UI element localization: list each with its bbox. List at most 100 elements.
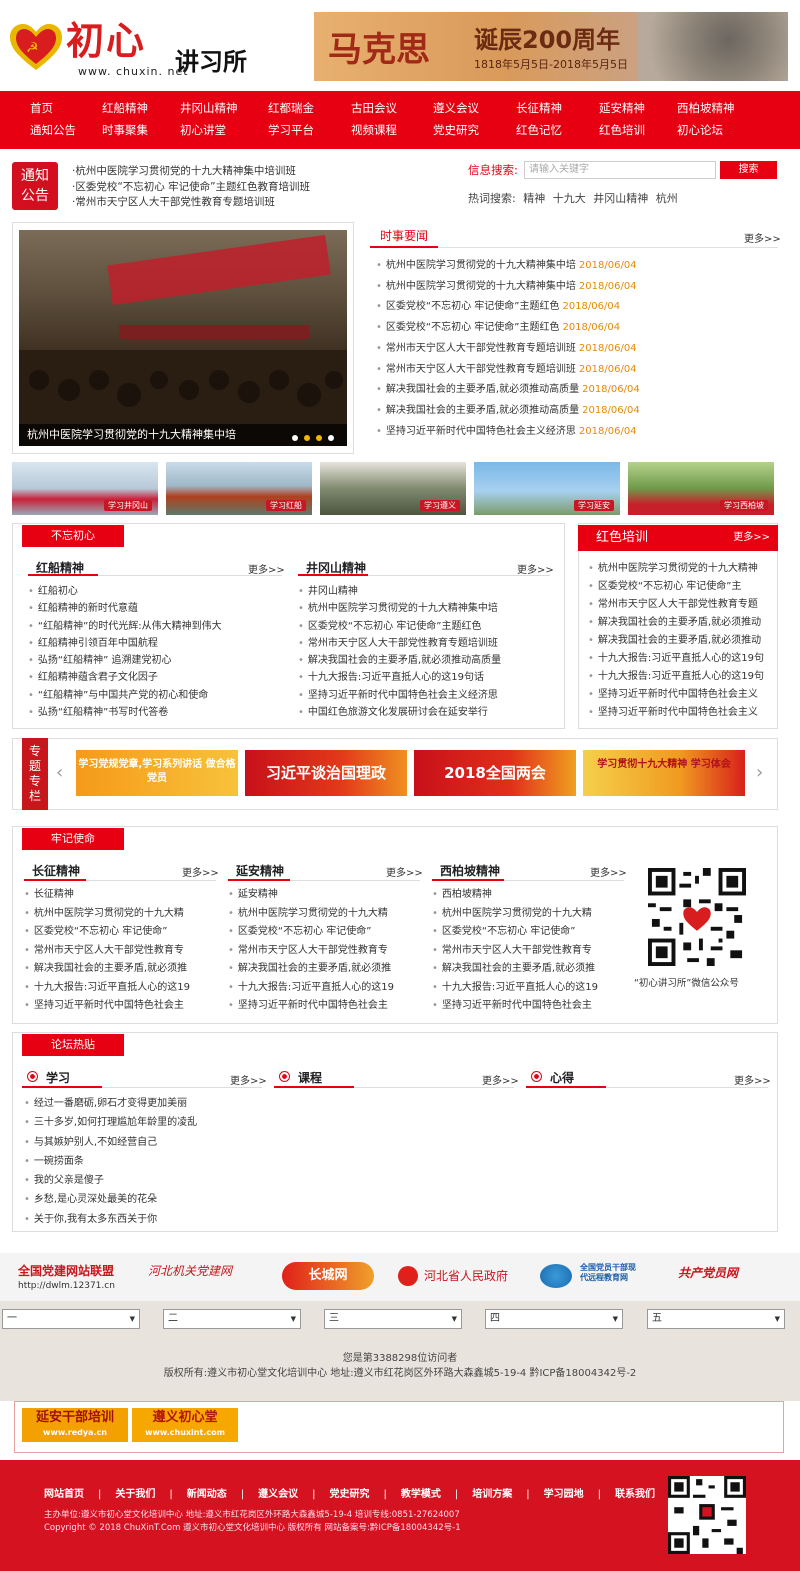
nav-item[interactable]: 初心讲堂: [180, 122, 226, 138]
nav-item[interactable]: 西柏坡精神: [677, 100, 735, 116]
hspx-title[interactable]: 红色培训: [596, 530, 648, 545]
list-item[interactable]: 解决我国社会的主要矛盾,就必须推: [24, 960, 214, 979]
list-item[interactable]: 区委党校“不忘初心 牢记使命”: [228, 923, 418, 942]
list-item[interactable]: “红船精神”与中国共产党的初心和使命: [28, 687, 278, 704]
nav-item[interactable]: 学习平台: [268, 122, 314, 138]
logo-title[interactable]: 初心: [66, 10, 146, 65]
news-title[interactable]: 区委党校“不忘初心 牢记使命”主题红色: [386, 322, 560, 333]
footer-link[interactable]: 联系我们: [615, 1489, 655, 1500]
list-item[interactable]: 十九大报告:习近平直抵人心的这19: [228, 979, 418, 998]
list-item[interactable]: 井冈山精神: [298, 583, 554, 600]
nav-item[interactable]: 初心论坛: [677, 122, 723, 138]
link-select-4[interactable]: 四: [485, 1309, 623, 1329]
thumb-item[interactable]: 学习西柏坡: [628, 462, 774, 515]
news-title[interactable]: 杭州中医院学习贯彻党的十九大精神集中培: [386, 260, 576, 271]
nav-item[interactable]: 古田会议: [351, 100, 397, 116]
forum-tab-course[interactable]: 课程: [298, 1069, 322, 1086]
list-item[interactable]: 常州市天宁区人大干部党性教育专题: [588, 596, 774, 614]
partner-link[interactable]: 河北机关党建网: [148, 1262, 232, 1279]
list-item[interactable]: 乡愁,是心灵深处最美的花朵: [24, 1190, 324, 1209]
slider-dots[interactable]: [292, 431, 340, 444]
list-item[interactable]: 区委党校“不忘初心 牢记使命”主题红色: [298, 618, 554, 635]
notice-item[interactable]: ·常州市天宁区人大干部党性教育专题培训班: [72, 195, 310, 211]
list-item[interactable]: 红船精神引领百年中国航程: [28, 635, 278, 652]
link-select-5[interactable]: 五: [647, 1309, 785, 1329]
news-item[interactable]: 坚持习近平新时代中国特色社会主义经济思2018/06/04: [376, 422, 776, 443]
chevron-right-icon[interactable]: ›: [756, 762, 763, 783]
news-title[interactable]: 解决我国社会的主要矛盾,就必须推动高质量: [386, 405, 579, 416]
hot-word[interactable]: 精神: [523, 192, 545, 205]
search-input[interactable]: 请输入关键字: [524, 161, 716, 179]
news-title[interactable]: 常州市天宁区人大干部党性教育专题培训班: [386, 364, 576, 375]
list-item[interactable]: 三十多岁,如何打理尴尬年龄里的凌乱: [24, 1113, 324, 1132]
list-item[interactable]: 解决我国社会的主要矛盾,就必须推动: [588, 614, 774, 632]
hot-word[interactable]: 杭州: [656, 192, 678, 205]
list-item[interactable]: 解决我国社会的主要矛盾,就必须推动高质量: [298, 652, 554, 669]
news-item[interactable]: 常州市天宁区人大干部党性教育专题培训班2018/06/04: [376, 339, 776, 360]
footer-link[interactable]: 新闻动态: [187, 1489, 227, 1500]
nav-item[interactable]: 红船精神: [102, 100, 148, 116]
partner-link[interactable]: 全国党建网站联盟: [18, 1262, 114, 1279]
slider-dot[interactable]: [328, 435, 334, 441]
ad-yanan[interactable]: 延安干部培训 www.redya.cn: [22, 1408, 128, 1442]
nav-item[interactable]: 通知公告: [30, 122, 76, 138]
partner-link[interactable]: 共产党员网: [678, 1264, 738, 1281]
list-item[interactable]: 坚持习近平新时代中国特色社会主义经济思: [298, 687, 554, 704]
more-link[interactable]: 更多>>: [734, 1072, 771, 1087]
footer-link[interactable]: 网站首页: [44, 1489, 84, 1500]
list-item[interactable]: 常州市天宁区人大干部党性教育专: [228, 942, 418, 961]
list-item[interactable]: 杭州中医院学习贯彻党的十九大精: [228, 905, 418, 924]
topic-banner[interactable]: 学习贯彻十九大精神 学习体会: [583, 750, 745, 796]
list-item[interactable]: 经过一番磨砺,卵石才变得更加美丽: [24, 1094, 324, 1113]
list-item[interactable]: 坚持习近平新时代中国特色社会主义: [588, 704, 774, 722]
list-item[interactable]: 弘扬“红船精神” 追溯建党初心: [28, 652, 278, 669]
link-select-1[interactable]: 一: [2, 1309, 140, 1329]
hot-word[interactable]: 井冈山精神: [593, 192, 648, 205]
list-item[interactable]: 杭州中医院学习贯彻党的十九大精神集中培: [298, 600, 554, 617]
news-item[interactable]: 常州市天宁区人大干部党性教育专题培训班2018/06/04: [376, 360, 776, 381]
nav-item[interactable]: 长征精神: [516, 100, 562, 116]
list-item[interactable]: 红船初心: [28, 583, 278, 600]
more-link[interactable]: 更多>>: [182, 864, 219, 879]
list-item[interactable]: 十九大报告:习近平直抵人心的这19句: [588, 650, 774, 668]
news-title[interactable]: 解决我国社会的主要矛盾,就必须推动高质量: [386, 384, 579, 395]
partner-link[interactable]: 河北省人民政府: [424, 1267, 508, 1284]
nav-item[interactable]: 党史研究: [433, 122, 479, 138]
news-item[interactable]: 杭州中医院学习贯彻党的十九大精神集中培2018/06/04: [376, 256, 776, 277]
forum-tab-study[interactable]: 学习: [46, 1069, 70, 1086]
slider-dot[interactable]: [316, 435, 322, 441]
list-item[interactable]: 坚持习近平新时代中国特色社会主: [432, 997, 622, 1016]
more-link[interactable]: 更多>>: [248, 561, 285, 576]
list-item[interactable]: 杭州中医院学习贯彻党的十九大精: [432, 905, 622, 924]
partner-link[interactable]: 全国党员干部现代远程教育网: [580, 1263, 642, 1283]
thumb-item[interactable]: 学习延安: [474, 462, 620, 515]
list-item[interactable]: 杭州中医院学习贯彻党的十九大精神: [588, 560, 774, 578]
list-item[interactable]: 解决我国社会的主要矛盾,就必须推: [228, 960, 418, 979]
list-item[interactable]: 解决我国社会的主要矛盾,就必须推: [432, 960, 622, 979]
header-banner[interactable]: 马克思 诞辰200周年 1818年5月5日-2018年5月5日: [314, 12, 788, 81]
more-link[interactable]: 更多>>: [517, 561, 554, 576]
list-item[interactable]: 延安精神: [228, 886, 418, 905]
footer-link[interactable]: 遵义会议: [258, 1489, 298, 1500]
partner-url[interactable]: http://dwlm.12371.cn: [18, 1281, 115, 1291]
list-item[interactable]: 我的父亲是傻子: [24, 1171, 324, 1190]
list-item[interactable]: 区委党校“不忘初心 牢记使命”: [432, 923, 622, 942]
news-tab[interactable]: 时事要闻: [370, 227, 438, 248]
topic-banner[interactable]: 习近平谈治国理政: [245, 750, 407, 796]
link-select-3[interactable]: 三: [324, 1309, 462, 1329]
col-title-hongchuan[interactable]: 红船精神: [36, 559, 84, 576]
slide-image[interactable]: [19, 230, 347, 446]
more-link[interactable]: 更多>>: [230, 1072, 267, 1087]
list-item[interactable]: 区委党校“不忘初心 牢记使命”主: [588, 578, 774, 596]
news-title[interactable]: 杭州中医院学习贯彻党的十九大精神集中培: [386, 281, 576, 292]
notice-item[interactable]: ·杭州中医院学习贯彻党的十九大精神集中培训班: [72, 164, 310, 180]
logo-heart-icon[interactable]: ☭: [8, 22, 64, 72]
list-item[interactable]: 红船精神蕴含君子文化因子: [28, 669, 278, 686]
list-item[interactable]: 常州市天宁区人大干部党性教育专题培训班: [298, 635, 554, 652]
col-title-jinggangshan[interactable]: 井冈山精神: [306, 559, 366, 576]
nav-item[interactable]: 首页: [30, 100, 53, 116]
hspx-more-link[interactable]: 更多>>: [733, 525, 770, 551]
news-title[interactable]: 常州市天宁区人大干部党性教育专题培训班: [386, 343, 576, 354]
footer-link[interactable]: 党史研究: [330, 1489, 370, 1500]
thumb-item[interactable]: 学习红船: [166, 462, 312, 515]
